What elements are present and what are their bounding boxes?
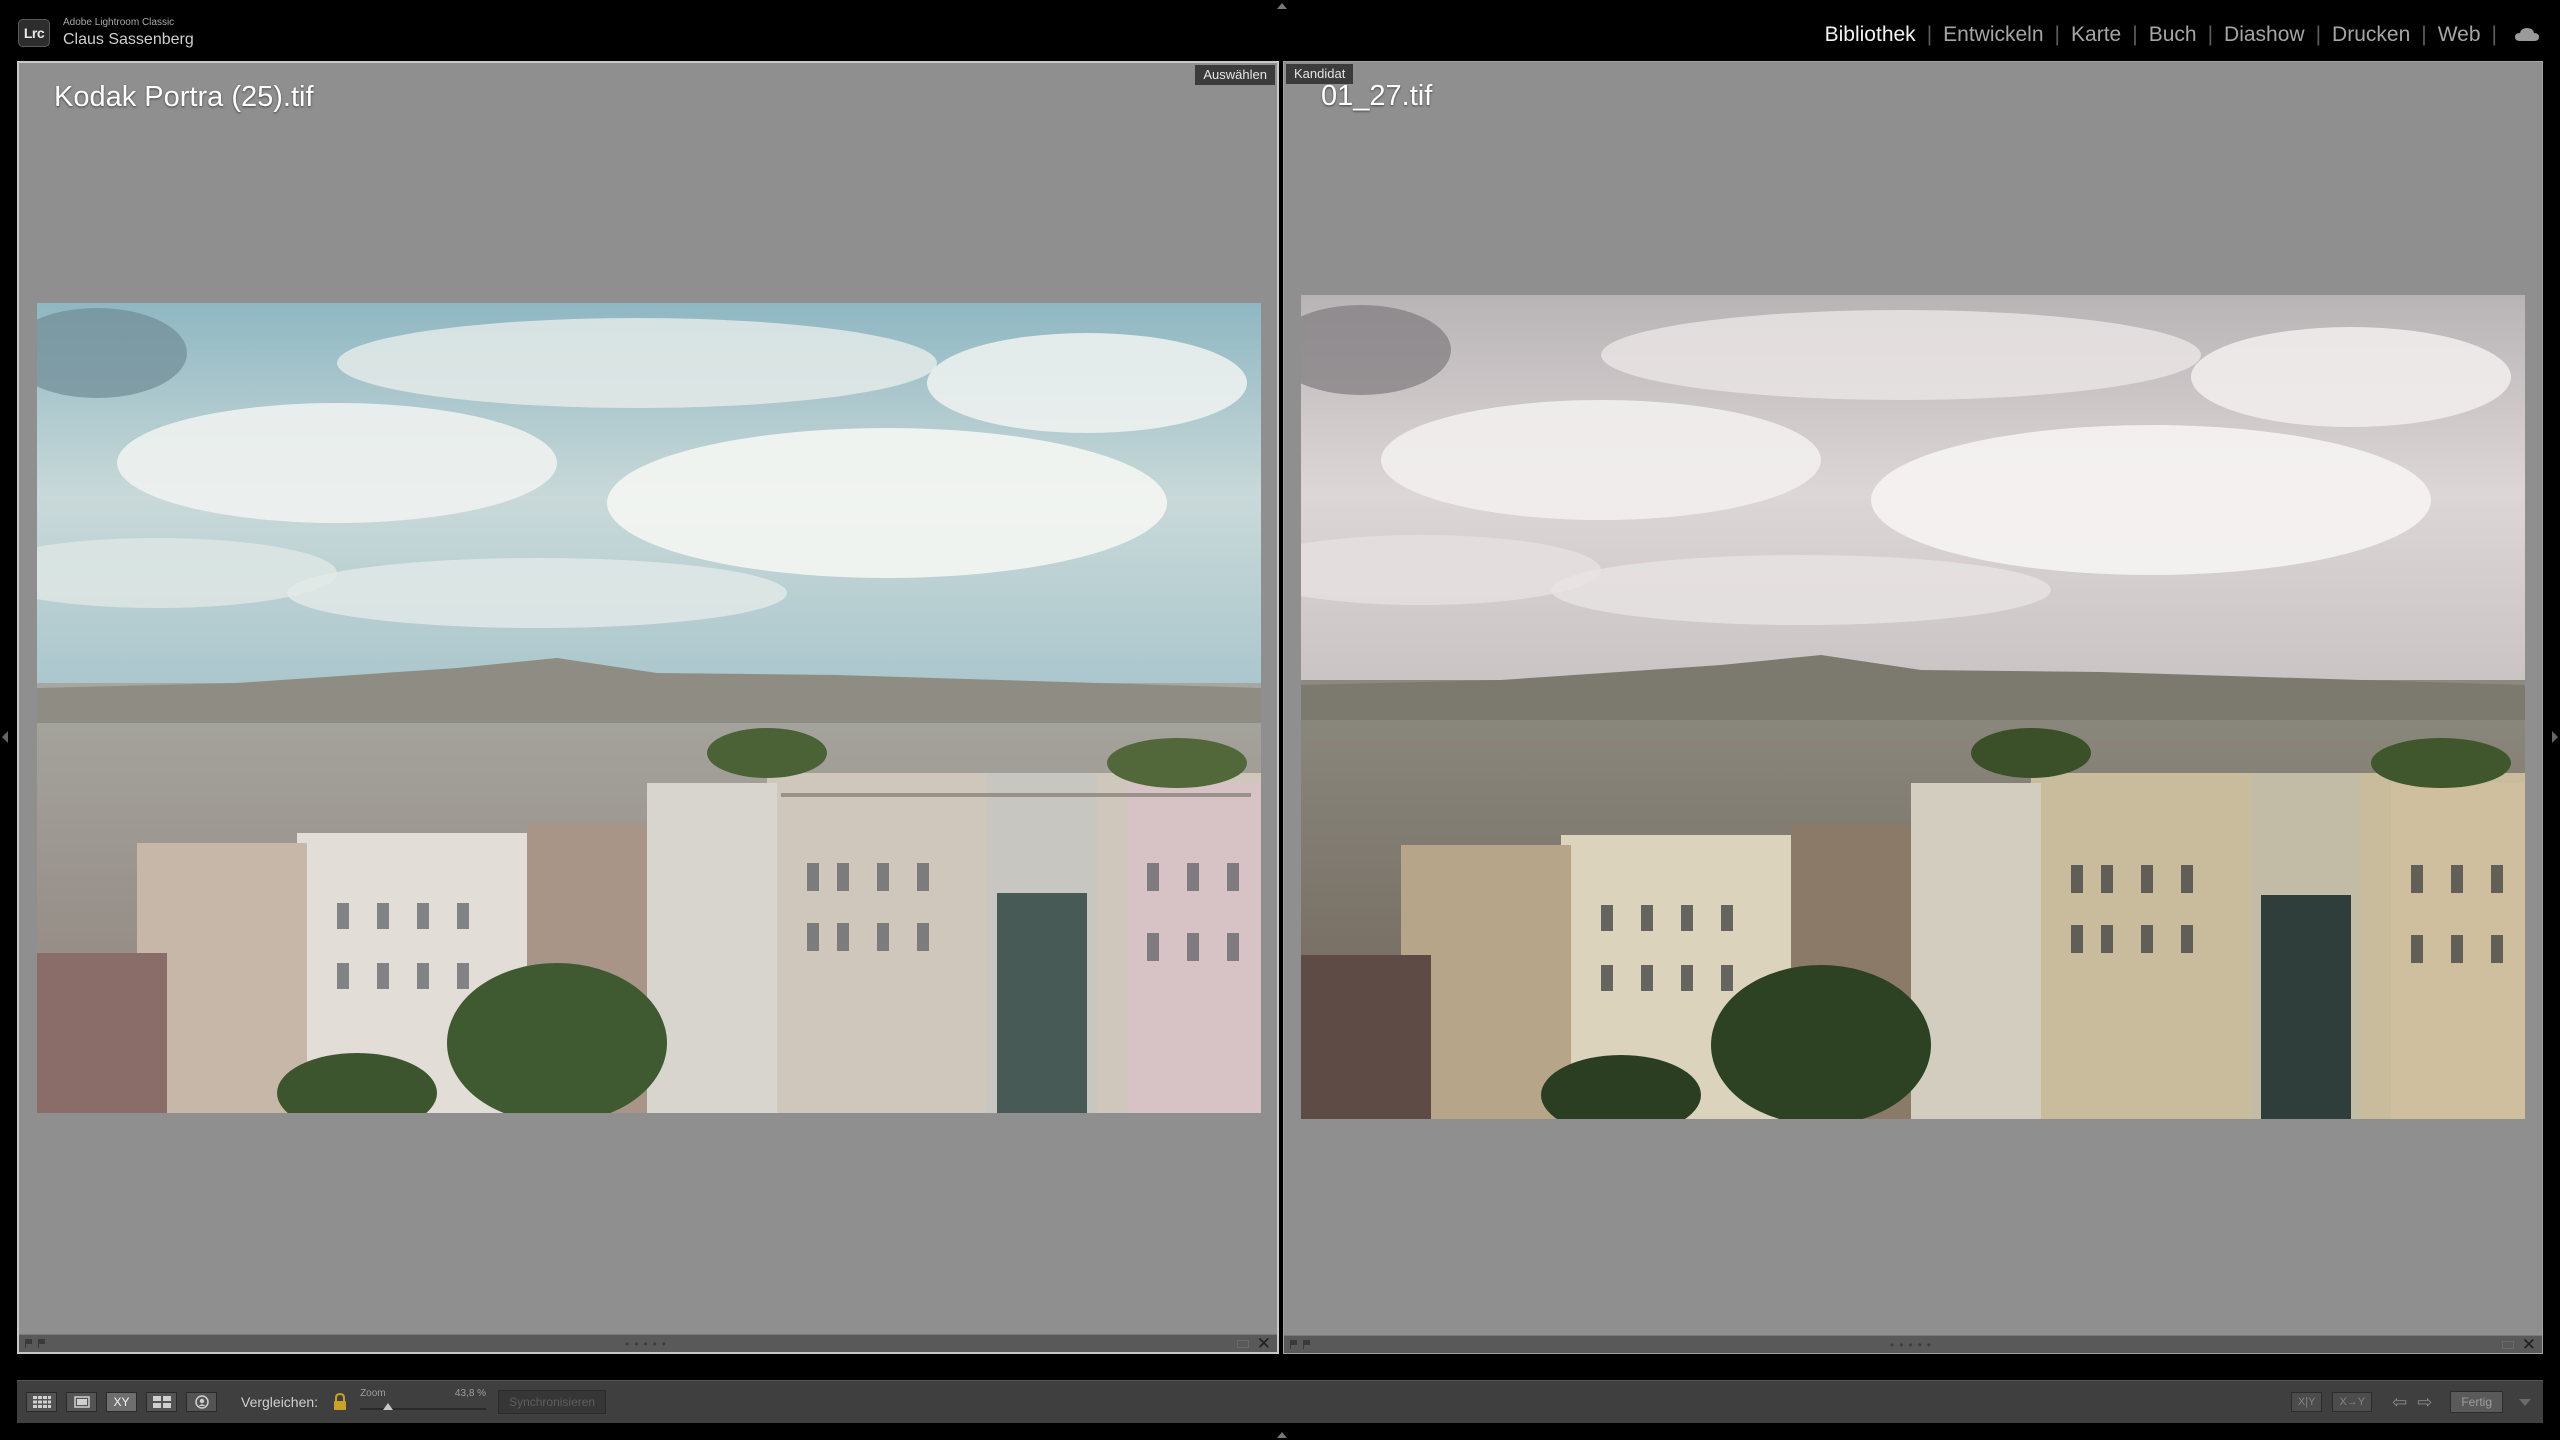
- survey-view-button[interactable]: [146, 1392, 177, 1412]
- close-icon[interactable]: ✕: [2522, 1336, 2536, 1353]
- arrow-left-icon[interactable]: ⇦: [2392, 1392, 2407, 1413]
- module-separator: |: [2207, 23, 2214, 46]
- rating-dots[interactable]: •••••: [1890, 1338, 1936, 1352]
- select-filename: Kodak Portra (25).tif: [54, 81, 314, 113]
- module-separator: |: [2054, 23, 2061, 46]
- swap-button[interactable]: X|Y: [2290, 1392, 2323, 1412]
- loupe-view-icon: [73, 1396, 90, 1408]
- select-photo[interactable]: [37, 303, 1261, 1113]
- module-diashow[interactable]: Diashow: [2224, 23, 2305, 47]
- module-buch[interactable]: Buch: [2149, 23, 2197, 47]
- flag-icon[interactable]: [1303, 1340, 1312, 1349]
- toolbar: XY Vergleichen: Zoom 43,8 % Synchronisie…: [17, 1380, 2543, 1423]
- module-separator: |: [2421, 23, 2427, 46]
- module-karte[interactable]: Karte: [2071, 23, 2121, 47]
- zoom-slider[interactable]: Zoom 43,8 %: [360, 1387, 487, 1417]
- grid-view-icon: [32, 1396, 51, 1408]
- app-name: Adobe Lightroom Classic: [63, 17, 175, 28]
- candidate-filename: 01_27.tif: [1321, 80, 1433, 112]
- zoom-label: Zoom: [360, 1388, 386, 1399]
- flag-icon[interactable]: [25, 1339, 34, 1348]
- zoom-thumb[interactable]: [382, 1403, 393, 1410]
- lock-icon[interactable]: [332, 1393, 348, 1411]
- candidate-photo[interactable]: [1301, 295, 2525, 1119]
- people-view-icon: [194, 1395, 209, 1409]
- left-panel-toggle-icon[interactable]: [2, 731, 8, 743]
- module-picker: Bibliothek | Entwickeln | Karte | Buch |…: [1825, 23, 2540, 47]
- candidate-pane-strip: ••••• ✕: [1284, 1335, 2542, 1353]
- select-pane-strip: ••••• ✕: [19, 1334, 1277, 1352]
- chevron-down-icon[interactable]: [2519, 1398, 2531, 1406]
- module-separator: |: [2315, 23, 2322, 46]
- arrow-right-icon[interactable]: ⇨: [2417, 1392, 2432, 1413]
- done-button[interactable]: Fertig: [2450, 1391, 2503, 1413]
- select-tag: Auswählen: [1195, 65, 1275, 85]
- right-panel-toggle-icon[interactable]: [2552, 731, 2558, 743]
- module-drucken[interactable]: Drucken: [2332, 23, 2410, 47]
- compare-pane-candidate[interactable]: Kandidat 01_27.tif ••••• ✕: [1283, 61, 2543, 1354]
- color-label-icon[interactable]: [2502, 1340, 2514, 1349]
- bottom-panel-toggle-icon[interactable]: [1277, 1432, 1287, 1438]
- flag-icon[interactable]: [1290, 1340, 1299, 1349]
- module-web[interactable]: Web: [2438, 23, 2481, 47]
- cloud-icon[interactable]: [2514, 26, 2540, 44]
- zoom-track[interactable]: [360, 1408, 487, 1410]
- close-icon[interactable]: ✕: [1257, 1335, 1271, 1352]
- rating-dots[interactable]: •••••: [625, 1337, 671, 1351]
- grid-view-button[interactable]: [26, 1392, 57, 1412]
- module-separator: |: [2491, 23, 2497, 46]
- color-label-icon[interactable]: [1237, 1339, 1249, 1348]
- user-name: Claus Sassenberg: [63, 31, 194, 48]
- top-panel-toggle-icon[interactable]: [1277, 3, 1287, 9]
- compare-pane-select[interactable]: Auswählen Kodak Portra (25).tif ••••• ✕: [17, 61, 1279, 1354]
- lightroom-logo-icon: Lrc: [18, 19, 50, 47]
- flag-icon[interactable]: [38, 1339, 47, 1348]
- sync-button[interactable]: Synchronisieren: [498, 1390, 607, 1414]
- compare-label: Vergleichen:: [241, 1394, 319, 1410]
- people-view-button[interactable]: [186, 1392, 217, 1412]
- compare-view-button[interactable]: XY: [106, 1392, 137, 1412]
- make-select-button[interactable]: X→Y: [2332, 1392, 2373, 1412]
- module-separator: |: [2132, 23, 2138, 46]
- zoom-value: 43,8 %: [454, 1388, 487, 1399]
- survey-view-icon: [152, 1396, 171, 1408]
- module-bibliothek[interactable]: Bibliothek: [1825, 23, 1916, 47]
- module-separator: |: [1926, 23, 1933, 46]
- module-entwickeln[interactable]: Entwickeln: [1943, 23, 2043, 47]
- identity-plate: Lrc Adobe Lightroom Classic Claus Sassen…: [18, 16, 194, 50]
- compare-view-icon: XY: [113, 1395, 130, 1409]
- loupe-view-button[interactable]: [66, 1392, 97, 1412]
